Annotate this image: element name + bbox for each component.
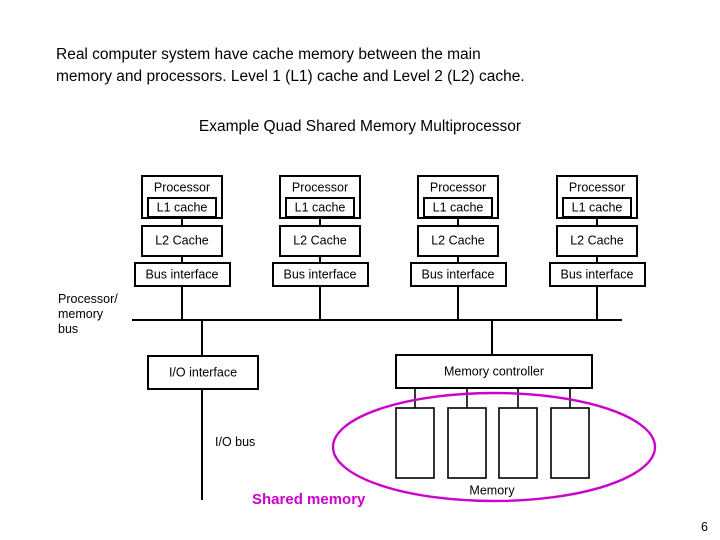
bus-interface-label-3: Bus interface — [422, 267, 495, 281]
l1-cache-label-4: L1 cache — [572, 200, 623, 214]
bus-interface-label-1: Bus interface — [146, 267, 219, 281]
slide-canvas: Real computer system have cache memory b… — [0, 0, 720, 540]
processor-column-3: Processor L1 cache L2 Cache Bus interfac… — [410, 175, 507, 320]
processor-column-2: Processor L1 cache L2 Cache Bus interfac… — [272, 175, 369, 320]
l1-cache-label-3: L1 cache — [433, 200, 484, 214]
bus-interface-label-4: Bus interface — [561, 267, 634, 281]
l2-cache-label-3: L2 Cache — [431, 233, 485, 247]
processor-memory-bus-label-line2: memory — [58, 307, 104, 321]
architecture-diagram: Processor L1 cache L2 Cache Bus interfac… — [58, 175, 657, 508]
l2-cache-label-2: L2 Cache — [293, 233, 347, 247]
memory-bank-box-1[interactable] — [395, 407, 435, 479]
l1-cache-label-2: L1 cache — [295, 200, 346, 214]
processor-column-4: Processor L1 cache L2 Cache Bus interfac… — [549, 175, 646, 320]
processor-label-4: Processor — [569, 180, 625, 194]
l1-cache-label-1: L1 cache — [157, 200, 208, 214]
l2-cache-label-1: L2 Cache — [155, 233, 209, 247]
io-interface-label: I/O interface — [169, 365, 237, 379]
memory-bank-box-3[interactable] — [498, 407, 538, 479]
io-bus-label: I/O bus — [215, 435, 255, 449]
page-number: 6 — [701, 520, 708, 534]
bus-interface-label-2: Bus interface — [284, 267, 357, 281]
processor-label-1: Processor — [154, 180, 210, 194]
memory-label: Memory — [469, 483, 515, 497]
shared-memory-label: Shared memory — [252, 491, 366, 508]
processor-column-1: Processor L1 cache L2 Cache Bus interfac… — [134, 175, 231, 320]
processor-label-2: Processor — [292, 180, 348, 194]
l2-cache-label-4: L2 Cache — [570, 233, 624, 247]
memory-controller-label: Memory controller — [444, 364, 544, 378]
memory-bank-box-4[interactable] — [550, 407, 590, 479]
memory-bank-box-2[interactable] — [447, 407, 487, 479]
processor-label-3: Processor — [430, 180, 486, 194]
processor-memory-bus-label-line1: Processor/ — [58, 292, 118, 306]
processor-memory-bus-label-line3: bus — [58, 322, 78, 336]
